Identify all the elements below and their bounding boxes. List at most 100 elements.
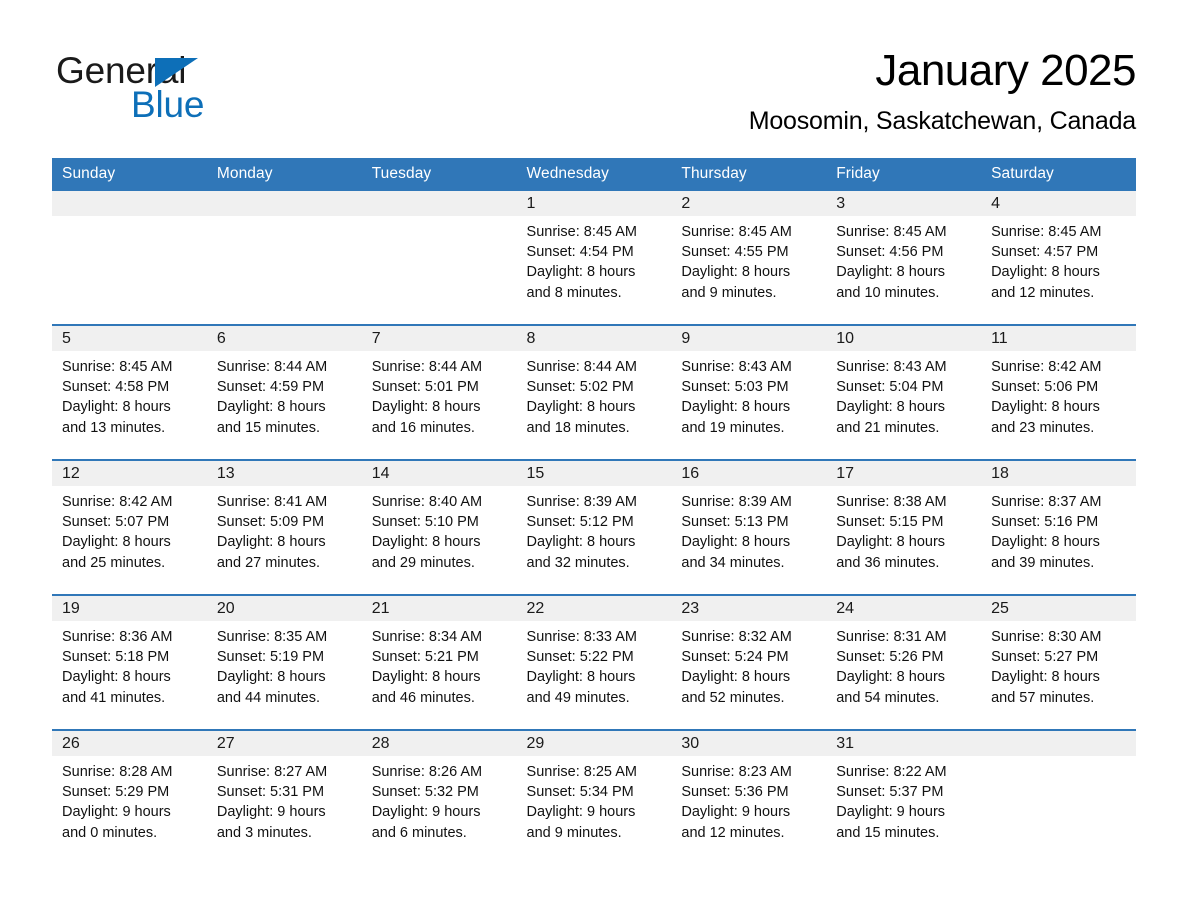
day-cell[interactable]: 19 Sunrise: 8:36 AM Sunset: 5:18 PM Dayli… <box>52 594 207 730</box>
page-header: General Blue January 2025 Moosomin, Sask… <box>0 0 1188 152</box>
day-info: Sunrise: 8:39 AM Sunset: 5:12 PM Dayligh… <box>526 494 637 571</box>
day-number: 26 <box>52 731 207 756</box>
day-number: 9 <box>671 326 827 351</box>
calendar-header-row: Sunday Monday Tuesday Wednesday Thursday… <box>52 158 1136 191</box>
triangle-icon <box>155 58 198 87</box>
day-number: 25 <box>981 596 1136 621</box>
day-cell[interactable] <box>981 729 1136 864</box>
day-info: Sunrise: 8:42 AM Sunset: 5:07 PM Dayligh… <box>62 494 173 571</box>
day-cell[interactable]: 1 Sunrise: 8:45 AM Sunset: 4:54 PM Daylig… <box>516 191 672 325</box>
day-number: 19 <box>52 596 207 621</box>
day-number <box>206 191 362 216</box>
day-cell[interactable]: 18 Sunrise: 8:37 AM Sunset: 5:16 PM Dayli… <box>981 459 1136 595</box>
day-number: 6 <box>206 326 362 351</box>
day-cell[interactable]: 8 Sunrise: 8:44 AM Sunset: 5:02 PM Daylig… <box>516 324 672 460</box>
day-number: 3 <box>826 191 982 216</box>
day-cell[interactable]: 28 Sunrise: 8:26 AM Sunset: 5:32 PM Dayli… <box>361 729 517 864</box>
day-cell[interactable] <box>52 191 207 325</box>
day-number: 14 <box>361 461 517 486</box>
day-number: 23 <box>671 596 827 621</box>
day-cell[interactable]: 24 Sunrise: 8:31 AM Sunset: 5:26 PM Dayli… <box>826 594 982 730</box>
day-info: Sunrise: 8:42 AM Sunset: 5:06 PM Dayligh… <box>991 359 1102 436</box>
day-info <box>207 216 362 222</box>
day-cell[interactable]: 30 Sunrise: 8:23 AM Sunset: 5:36 PM Dayli… <box>671 729 827 864</box>
day-info: Sunrise: 8:39 AM Sunset: 5:13 PM Dayligh… <box>681 494 792 571</box>
day-number: 28 <box>361 731 517 756</box>
day-number: 21 <box>361 596 517 621</box>
day-info: Sunrise: 8:31 AM Sunset: 5:26 PM Dayligh… <box>836 629 947 706</box>
day-cell[interactable]: 14 Sunrise: 8:40 AM Sunset: 5:10 PM Dayli… <box>361 459 517 595</box>
day-info: Sunrise: 8:44 AM Sunset: 4:59 PM Dayligh… <box>216 359 328 436</box>
day-number: 4 <box>981 191 1136 216</box>
weekday-header-sunday: Sunday <box>52 158 207 191</box>
day-cell[interactable]: 6 Sunrise: 8:44 AM Sunset: 4:59 PM Daylig… <box>206 324 362 460</box>
day-info: Sunrise: 8:22 AM Sunset: 5:37 PM Dayligh… <box>836 764 947 841</box>
day-cell[interactable]: 3 Sunrise: 8:45 AM Sunset: 4:56 PM Daylig… <box>826 191 982 325</box>
day-number: 20 <box>206 596 362 621</box>
week-row: 12 Sunrise: 8:42 AM Sunset: 5:07 PM Dayli… <box>52 459 1136 595</box>
weekday-header-thursday: Thursday <box>671 158 827 191</box>
day-cell[interactable]: 23 Sunrise: 8:32 AM Sunset: 5:24 PM Dayli… <box>671 594 827 730</box>
day-info: Sunrise: 8:27 AM Sunset: 5:31 PM Dayligh… <box>216 764 328 841</box>
calendar-page: General Blue January 2025 Moosomin, Sask… <box>0 0 1188 918</box>
day-cell[interactable] <box>361 191 517 325</box>
day-info <box>981 756 1136 762</box>
calendar-table: Sunday Monday Tuesday Wednesday Thursday… <box>52 158 1136 864</box>
day-info: Sunrise: 8:45 AM Sunset: 4:56 PM Dayligh… <box>836 224 947 301</box>
generalblue-logo[interactable]: General Blue <box>56 50 336 128</box>
week-row: 5 Sunrise: 8:45 AM Sunset: 4:58 PM Daylig… <box>52 324 1136 460</box>
day-cell[interactable]: 7 Sunrise: 8:44 AM Sunset: 5:01 PM Daylig… <box>361 324 517 460</box>
day-number: 10 <box>826 326 982 351</box>
calendar-body: 1 Sunrise: 8:45 AM Sunset: 4:54 PM Daylig… <box>52 191 1136 864</box>
day-cell[interactable]: 13 Sunrise: 8:41 AM Sunset: 5:09 PM Dayli… <box>206 459 362 595</box>
day-number: 8 <box>516 326 672 351</box>
day-cell[interactable]: 21 Sunrise: 8:34 AM Sunset: 5:21 PM Dayli… <box>361 594 517 730</box>
day-number <box>361 191 517 216</box>
day-info: Sunrise: 8:41 AM Sunset: 5:09 PM Dayligh… <box>216 494 328 571</box>
day-cell[interactable]: 10 Sunrise: 8:43 AM Sunset: 5:04 PM Dayli… <box>826 324 982 460</box>
day-info: Sunrise: 8:44 AM Sunset: 5:02 PM Dayligh… <box>526 359 637 436</box>
day-info: Sunrise: 8:30 AM Sunset: 5:27 PM Dayligh… <box>991 629 1102 706</box>
day-number: 7 <box>361 326 517 351</box>
day-number: 30 <box>671 731 827 756</box>
weekday-header-wednesday: Wednesday <box>516 158 672 191</box>
day-info: Sunrise: 8:45 AM Sunset: 4:55 PM Dayligh… <box>681 224 792 301</box>
day-number <box>981 731 1136 756</box>
day-info: Sunrise: 8:43 AM Sunset: 5:04 PM Dayligh… <box>836 359 947 436</box>
day-cell[interactable]: 4 Sunrise: 8:45 AM Sunset: 4:57 PM Daylig… <box>981 191 1136 325</box>
weekday-header-tuesday: Tuesday <box>361 158 517 191</box>
day-info: Sunrise: 8:43 AM Sunset: 5:03 PM Dayligh… <box>681 359 792 436</box>
day-cell[interactable]: 27 Sunrise: 8:27 AM Sunset: 5:31 PM Dayli… <box>206 729 362 864</box>
day-cell[interactable]: 22 Sunrise: 8:33 AM Sunset: 5:22 PM Dayli… <box>516 594 672 730</box>
location-subtitle: Moosomin, Saskatchewan, Canada <box>748 107 1136 135</box>
day-info: Sunrise: 8:45 AM Sunset: 4:54 PM Dayligh… <box>526 224 637 301</box>
day-info: Sunrise: 8:40 AM Sunset: 5:10 PM Dayligh… <box>371 494 483 571</box>
day-cell[interactable]: 15 Sunrise: 8:39 AM Sunset: 5:12 PM Dayli… <box>516 459 672 595</box>
day-cell[interactable]: 11 Sunrise: 8:42 AM Sunset: 5:06 PM Dayli… <box>981 324 1136 460</box>
day-info: Sunrise: 8:26 AM Sunset: 5:32 PM Dayligh… <box>371 764 483 841</box>
day-cell[interactable]: 26 Sunrise: 8:28 AM Sunset: 5:29 PM Dayli… <box>52 729 207 864</box>
day-cell[interactable]: 31 Sunrise: 8:22 AM Sunset: 5:37 PM Dayli… <box>826 729 982 864</box>
day-cell[interactable]: 25 Sunrise: 8:30 AM Sunset: 5:27 PM Dayli… <box>981 594 1136 730</box>
day-cell[interactable]: 29 Sunrise: 8:25 AM Sunset: 5:34 PM Dayli… <box>516 729 672 864</box>
weekday-header-friday: Friday <box>826 158 982 191</box>
day-info: Sunrise: 8:35 AM Sunset: 5:19 PM Dayligh… <box>216 629 328 706</box>
weekday-header-saturday: Saturday <box>981 158 1136 191</box>
page-title: January 2025 <box>875 46 1136 95</box>
day-info: Sunrise: 8:36 AM Sunset: 5:18 PM Dayligh… <box>62 629 173 706</box>
day-info: Sunrise: 8:25 AM Sunset: 5:34 PM Dayligh… <box>526 764 637 841</box>
day-info: Sunrise: 8:23 AM Sunset: 5:36 PM Dayligh… <box>681 764 792 841</box>
day-cell[interactable]: 12 Sunrise: 8:42 AM Sunset: 5:07 PM Dayli… <box>52 459 207 595</box>
day-cell[interactable]: 2 Sunrise: 8:45 AM Sunset: 4:55 PM Daylig… <box>671 191 827 325</box>
day-number: 29 <box>516 731 672 756</box>
day-number <box>52 191 207 216</box>
day-cell[interactable]: 20 Sunrise: 8:35 AM Sunset: 5:19 PM Dayli… <box>206 594 362 730</box>
day-number: 5 <box>52 326 207 351</box>
day-cell[interactable]: 17 Sunrise: 8:38 AM Sunset: 5:15 PM Dayli… <box>826 459 982 595</box>
day-number: 12 <box>52 461 207 486</box>
day-cell[interactable]: 16 Sunrise: 8:39 AM Sunset: 5:13 PM Dayli… <box>671 459 827 595</box>
day-number: 22 <box>516 596 672 621</box>
day-cell[interactable] <box>206 191 362 325</box>
day-cell[interactable]: 5 Sunrise: 8:45 AM Sunset: 4:58 PM Daylig… <box>52 324 207 460</box>
day-cell[interactable]: 9 Sunrise: 8:43 AM Sunset: 5:03 PM Daylig… <box>671 324 827 460</box>
